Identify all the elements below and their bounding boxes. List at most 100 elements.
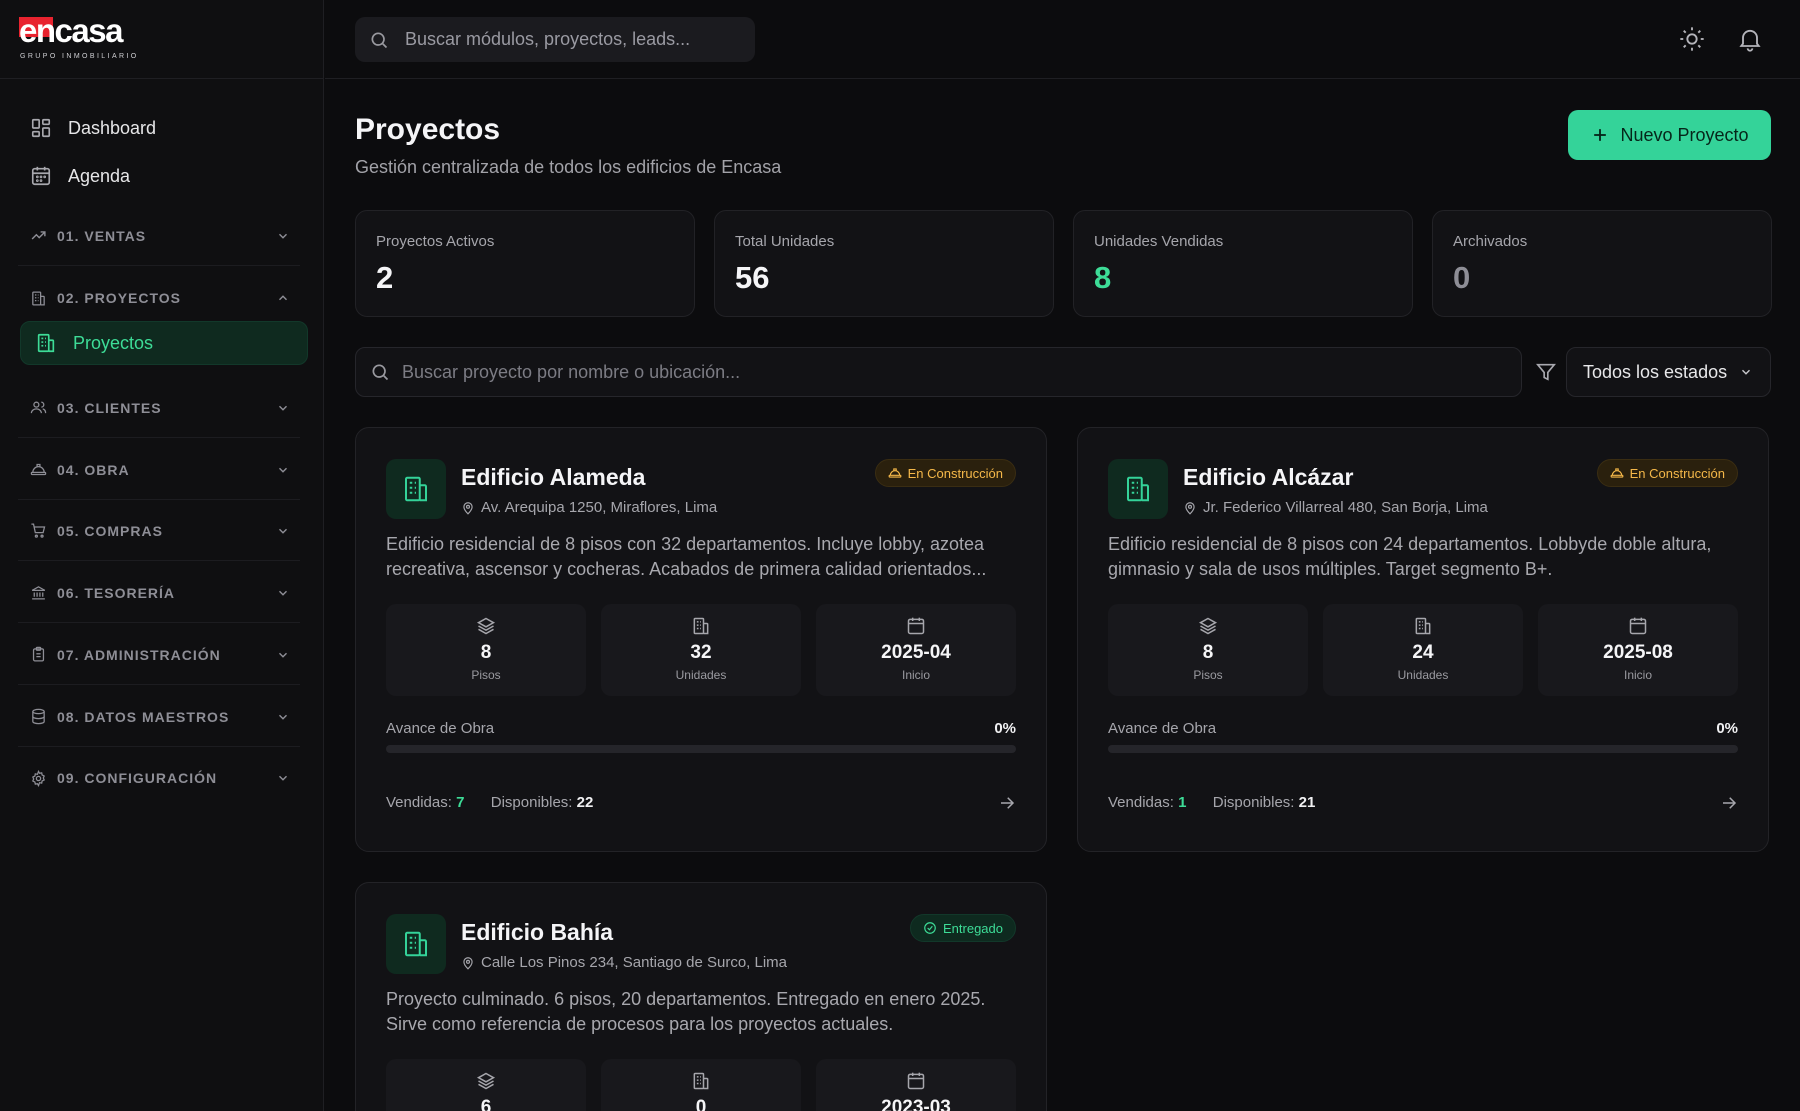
arrow-right-icon[interactable] bbox=[998, 794, 1016, 812]
project-name: Edificio Alcázar bbox=[1183, 464, 1354, 490]
theme-toggle-button[interactable] bbox=[1678, 25, 1706, 53]
calendar-icon bbox=[906, 616, 926, 636]
stat-card-total-units: Total Unidades 56 bbox=[714, 210, 1054, 317]
progress-value: 0% bbox=[1716, 720, 1738, 737]
project-search-input[interactable] bbox=[402, 361, 1502, 383]
stat-value: 56 bbox=[735, 260, 770, 295]
sidebar-item-agenda[interactable]: Agenda bbox=[18, 152, 308, 200]
new-project-button[interactable]: Nuevo Proyecto bbox=[1568, 110, 1771, 160]
project-location-text: Calle Los Pinos 234, Santiago de Surco, … bbox=[481, 954, 788, 971]
sidebar-section-obra[interactable]: 04. OBRA bbox=[18, 440, 300, 500]
metric-value: 0 bbox=[695, 1097, 707, 1111]
progress-label: Avance de Obra bbox=[386, 720, 495, 737]
section-label: 09. CONFIGURACIÓN bbox=[57, 770, 218, 786]
metric-inicio: 2025-08 Inicio bbox=[1538, 604, 1738, 696]
layers-icon bbox=[476, 616, 496, 636]
project-card[interactable]: Edificio Alcázar Jr. Federico Villarreal… bbox=[1077, 427, 1769, 852]
stat-label: Archivados bbox=[1453, 233, 1528, 250]
clipboard-icon bbox=[30, 646, 47, 663]
sidebar-section-datos-maestros[interactable]: 08. DATOS MAESTROS bbox=[18, 687, 300, 747]
global-search-input[interactable] bbox=[405, 29, 745, 50]
status-badge-label: Entregado bbox=[943, 920, 1003, 936]
page-subtitle: Gestión centralizada de todos los edific… bbox=[355, 157, 782, 177]
chevron-down-icon bbox=[276, 401, 290, 415]
metric-unidades: 24 Unidades bbox=[1323, 604, 1523, 696]
global-search[interactable] bbox=[355, 17, 755, 62]
calendar-icon bbox=[1628, 616, 1648, 636]
status-badge-label: En Construcción bbox=[1629, 465, 1725, 481]
sold-value: 1 bbox=[1178, 794, 1187, 811]
status-badge: En Construcción bbox=[874, 459, 1016, 487]
building-icon bbox=[691, 1071, 711, 1091]
status-select-value: Todos los estados bbox=[1583, 361, 1728, 382]
project-card[interactable]: Edificio Alameda Av. Arequipa 1250, Mira… bbox=[355, 427, 1047, 852]
project-location: Calle Los Pinos 234, Santiago de Surco, … bbox=[461, 954, 787, 971]
sidebar-section-administracion[interactable]: 07. ADMINISTRACIÓN bbox=[18, 625, 300, 685]
project-search[interactable] bbox=[355, 347, 1522, 397]
chevron-down-icon bbox=[276, 524, 290, 538]
stat-card-sold-units: Unidades Vendidas 8 bbox=[1073, 210, 1413, 317]
units-summary: Vendidas: 7 Disponibles: 22 bbox=[386, 794, 593, 811]
hardhat-icon bbox=[30, 461, 47, 478]
map-pin-icon bbox=[1183, 501, 1197, 515]
page-title: Proyectos bbox=[355, 113, 501, 146]
status-select[interactable]: Todos los estados bbox=[1566, 347, 1771, 397]
sidebar-section-configuracion[interactable]: 09. CONFIGURACIÓN bbox=[18, 748, 300, 808]
status-badge: Entregado bbox=[910, 914, 1016, 942]
progress-label: Avance de Obra bbox=[1108, 720, 1217, 737]
sun-icon bbox=[1678, 25, 1706, 53]
users-icon bbox=[30, 399, 47, 416]
brand-logo[interactable]: encasa GRUPO INMOBILIARIO bbox=[0, 0, 323, 79]
stat-card-active: Proyectos Activos 2 bbox=[355, 210, 695, 317]
bell-icon bbox=[1736, 25, 1764, 53]
bank-icon bbox=[30, 584, 47, 601]
chevron-down-icon bbox=[276, 771, 290, 785]
metric-inicio: 2023-03 bbox=[816, 1059, 1016, 1111]
metric-label: Unidades bbox=[1397, 668, 1449, 682]
stat-value: 2 bbox=[376, 260, 394, 295]
metric-pisos: 8 Pisos bbox=[1108, 604, 1308, 696]
sidebar-section-ventas[interactable]: 01. VENTAS bbox=[18, 206, 300, 266]
metric-value: 8 bbox=[480, 642, 492, 663]
metric-label: Pisos bbox=[1193, 668, 1223, 682]
sidebar-item-label: Proyectos bbox=[73, 332, 154, 353]
sidebar-item-proyectos[interactable]: Proyectos bbox=[20, 321, 308, 365]
sidebar-item-dashboard[interactable]: Dashboard bbox=[18, 104, 308, 152]
metric-value: 2025-04 bbox=[881, 642, 951, 663]
metric-label: Unidades bbox=[675, 668, 727, 682]
filter-icon[interactable] bbox=[1535, 361, 1557, 383]
map-pin-icon bbox=[461, 501, 475, 515]
chevron-down-icon bbox=[276, 463, 290, 477]
sold-label: Vendidas: bbox=[386, 794, 452, 811]
dashboard-icon bbox=[30, 117, 52, 139]
progress-value: 0% bbox=[994, 720, 1016, 737]
metric-value: 2023-03 bbox=[881, 1097, 951, 1111]
sold-value: 7 bbox=[456, 794, 465, 811]
available-value: 21 bbox=[1298, 794, 1316, 811]
topbar bbox=[325, 0, 1800, 79]
logo-tagline: GRUPO INMOBILIARIO bbox=[20, 53, 139, 60]
project-card[interactable]: Edificio Bahía Calle Los Pinos 234, Sant… bbox=[355, 882, 1047, 1111]
metric-value: 8 bbox=[1202, 642, 1214, 663]
hardhat-icon bbox=[888, 466, 902, 480]
gear-icon bbox=[30, 769, 47, 787]
search-icon bbox=[369, 30, 389, 50]
metric-label: Inicio bbox=[1623, 668, 1652, 682]
hardhat-icon bbox=[1610, 466, 1624, 480]
chevron-down-icon bbox=[276, 710, 290, 724]
notifications-button[interactable] bbox=[1736, 25, 1764, 53]
section-label: 04. OBRA bbox=[57, 461, 130, 478]
new-project-label: Nuevo Proyecto bbox=[1620, 124, 1749, 145]
sidebar-section-compras[interactable]: 05. COMPRAS bbox=[18, 501, 300, 561]
building-icon bbox=[35, 332, 57, 354]
project-description: Edificio residencial de 8 pisos con 24 d… bbox=[1108, 534, 1712, 579]
metric-value: 32 bbox=[690, 642, 712, 663]
section-label: 03. CLIENTES bbox=[57, 399, 162, 416]
sidebar-section-clientes[interactable]: 03. CLIENTES bbox=[18, 378, 300, 438]
nav-top: Dashboard Agenda bbox=[18, 104, 308, 200]
main-content: Proyectos Gestión centralizada de todos … bbox=[325, 80, 1800, 1111]
sidebar-section-tesoreria[interactable]: 06. TESORERÍA bbox=[18, 563, 300, 623]
sidebar-section-proyectos[interactable]: 02. PROYECTOS bbox=[18, 268, 300, 328]
arrow-right-icon[interactable] bbox=[1720, 794, 1738, 812]
metric-value: 6 bbox=[480, 1097, 492, 1111]
